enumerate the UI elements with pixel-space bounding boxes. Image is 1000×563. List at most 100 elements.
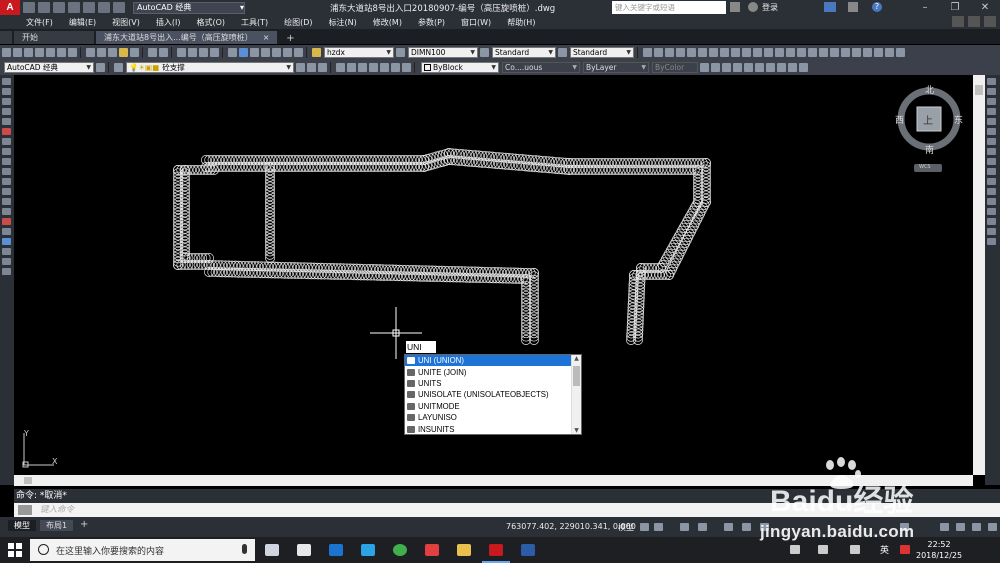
layer-previous-icon[interactable] (307, 63, 316, 72)
ellipse-arc-icon[interactable] (2, 178, 11, 185)
construction-line-icon[interactable] (2, 88, 11, 95)
polar-tracking-icon[interactable] (698, 523, 707, 531)
isolate-objects-icon[interactable] (956, 523, 965, 531)
zoom-window-icon[interactable] (199, 48, 208, 57)
ie-icon[interactable] (361, 544, 375, 556)
make-current-layer-icon[interactable] (296, 63, 305, 72)
scroll-up-icon[interactable]: ▲ (572, 355, 581, 362)
customization-icon[interactable] (988, 523, 997, 531)
dim-aligned-icon[interactable] (808, 48, 817, 57)
workspace-dropdown[interactable]: AutoCAD 经典 ▾ (133, 1, 245, 14)
layer-freeze-icon[interactable] (369, 63, 378, 72)
dim-style-dropdown[interactable]: DIMN100 ▼ (408, 47, 478, 58)
properties-icon[interactable] (228, 48, 237, 57)
stretch-icon[interactable] (987, 158, 996, 165)
command-customize-icon[interactable] (18, 505, 32, 515)
insert-block-icon[interactable] (2, 188, 11, 195)
help-icon[interactable] (294, 48, 303, 57)
menu-view[interactable]: 视图(V) (112, 17, 140, 28)
dim-baseline-icon[interactable] (885, 48, 894, 57)
layer-dropdown[interactable]: 💡☀▣■ 砼支撑 ▼ (126, 62, 294, 73)
360-browser-icon[interactable] (393, 544, 407, 556)
object-snap-tracking-icon[interactable] (742, 523, 751, 531)
circle-icon[interactable] (2, 138, 11, 145)
linetype-dropdown[interactable]: Co....uous ▼ (502, 62, 580, 73)
autocomplete-item[interactable]: UNITE (JOIN) (405, 366, 581, 377)
mirror-icon[interactable] (987, 98, 996, 105)
erase-icon[interactable] (987, 78, 996, 85)
quadrant-snap-icon[interactable] (698, 48, 707, 57)
ellipse-icon[interactable] (2, 168, 11, 175)
zoom-previous-icon[interactable] (210, 48, 219, 57)
redo-icon[interactable] (113, 2, 125, 13)
save-as-icon[interactable] (68, 2, 80, 13)
layer-unisolate-icon[interactable] (347, 63, 356, 72)
plotstyle-dropdown[interactable]: ByColor (652, 62, 698, 73)
polyline-icon[interactable] (2, 98, 11, 105)
3d-print-icon[interactable] (68, 48, 77, 57)
add-selected-icon[interactable] (2, 268, 11, 275)
layer-lock-icon[interactable] (380, 63, 389, 72)
autocomplete-item[interactable]: UNITS (405, 378, 581, 389)
midpoint-snap-icon[interactable] (665, 48, 674, 57)
line-icon[interactable] (2, 78, 11, 85)
table-icon[interactable] (2, 248, 11, 255)
view-iso-ne-icon[interactable] (788, 63, 797, 72)
autocomplete-item[interactable]: UNI (UNION) (405, 355, 571, 367)
preview-icon[interactable] (46, 48, 55, 57)
menu-edit[interactable]: 编辑(E) (69, 17, 96, 28)
trim-icon[interactable] (987, 168, 996, 175)
view-front-icon[interactable] (700, 63, 709, 72)
text-style-dropdown[interactable]: hzdx ▼ (324, 47, 394, 58)
redo-icon[interactable] (159, 48, 168, 57)
vertical-scrollbar[interactable] (973, 75, 985, 475)
break-at-point-icon[interactable] (987, 188, 996, 195)
compass-south[interactable]: 南 (925, 143, 934, 156)
dim-arc-icon[interactable] (819, 48, 828, 57)
copy-object-icon[interactable] (987, 88, 996, 95)
menu-modify[interactable]: 修改(M) (373, 17, 402, 28)
view-iso-nw-icon[interactable] (799, 63, 808, 72)
break-icon[interactable] (987, 198, 996, 205)
clean-screen-icon[interactable] (972, 523, 981, 531)
new-icon[interactable] (2, 48, 11, 57)
extend-icon[interactable] (987, 178, 996, 185)
task-view-icon[interactable] (265, 544, 279, 556)
dynamic-input-field[interactable]: UNI (406, 341, 436, 353)
close-icon[interactable]: ✕ (970, 0, 1000, 15)
chamfer-icon[interactable] (987, 218, 996, 225)
save-icon[interactable] (53, 2, 65, 13)
autocomplete-item[interactable]: LAYUNISO (405, 412, 581, 423)
mtext-icon[interactable] (2, 258, 11, 265)
dim-continue-icon[interactable] (896, 48, 905, 57)
workspace-combo[interactable]: AutoCAD 经典 ▼ (4, 62, 94, 73)
nearest-snap-icon[interactable] (764, 48, 773, 57)
design-center-icon[interactable] (239, 48, 248, 57)
tab-active-drawing[interactable]: 浦东大道站8号出入...编号（高压旋喷桩） × (96, 31, 278, 44)
make-block-icon[interactable] (2, 198, 11, 205)
snap-icon[interactable] (643, 48, 652, 57)
tab-model[interactable]: 模型 (8, 520, 36, 531)
wechat-tray-icon[interactable] (818, 545, 828, 554)
autocomplete-item[interactable]: INSUNITS (405, 423, 581, 434)
lineweight-dropdown[interactable]: ByLayer ▼ (583, 62, 649, 73)
tab-close-icon[interactable]: × (263, 33, 270, 42)
menu-file[interactable]: 文件(F) (26, 17, 53, 28)
vertical-scroll-thumb[interactable] (975, 85, 983, 95)
help-icon[interactable]: ? (872, 2, 882, 12)
model-space-toggle[interactable]: 模型 (618, 522, 634, 533)
workspace-settings-icon[interactable] (96, 63, 105, 72)
quick-dim-icon[interactable] (874, 48, 883, 57)
offset-icon[interactable] (987, 108, 996, 115)
array-icon[interactable] (987, 118, 996, 125)
pile-circle[interactable] (422, 161, 433, 172)
a360-icon[interactable] (848, 2, 858, 12)
intersection-snap-icon[interactable] (676, 48, 685, 57)
microphone-icon[interactable] (242, 544, 247, 554)
pile-circle[interactable] (428, 159, 439, 170)
file-explorer-icon[interactable] (457, 544, 471, 556)
doc-close-icon[interactable] (984, 16, 996, 27)
layer-isolate-icon[interactable] (336, 63, 345, 72)
autocomplete-item[interactable]: UNITMODE (405, 401, 581, 412)
autocomplete-list[interactable]: UNI (UNION) UNITE (JOIN) UNITS UNISOLATE… (404, 354, 582, 435)
